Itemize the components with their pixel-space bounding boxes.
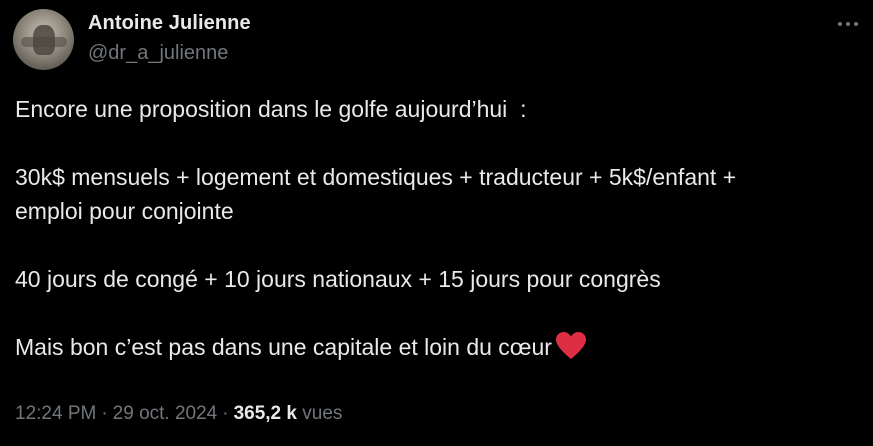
avatar[interactable] xyxy=(13,9,74,70)
more-dot-icon xyxy=(838,22,842,26)
tweet-line: 30k$ mensuels + logement et domestiques … xyxy=(15,164,737,190)
author-display-name[interactable]: Antoine Julienne xyxy=(88,12,251,35)
tweet-line: emploi pour conjointe xyxy=(15,198,234,224)
tweet-line-with-emoji: Mais bon c’est pas dans une capitale et … xyxy=(15,330,865,369)
tweet-card: Antoine Julienne @dr_a_julienne Encore u… xyxy=(0,0,873,446)
tweet-line: 40 jours de congé + 10 jours nationaux +… xyxy=(15,266,661,292)
tweet-time[interactable]: 12:24 PM xyxy=(15,403,96,424)
more-options-button[interactable] xyxy=(834,12,862,36)
avatar-figure-shape xyxy=(33,25,55,55)
heart-icon xyxy=(555,332,586,369)
more-dot-icon xyxy=(854,22,858,26)
tweet-meta: 12:24 PM · 29 oct. 2024 · 365,2 k vues xyxy=(15,403,342,425)
tweet-line: Mais bon c’est pas dans une capitale et … xyxy=(15,334,552,360)
meta-separator: · xyxy=(222,403,229,424)
tweet-text: Encore une proposition dans le golfe auj… xyxy=(15,92,865,369)
views-label: vues xyxy=(302,403,343,424)
meta-separator: · xyxy=(101,403,108,424)
more-dot-icon xyxy=(846,22,850,26)
tweet-date[interactable]: 29 oct. 2024 xyxy=(113,403,218,424)
tweet-line: Encore une proposition dans le golfe auj… xyxy=(15,96,527,122)
views-count: 365,2 k xyxy=(233,403,297,424)
author-handle[interactable]: @dr_a_julienne xyxy=(88,42,228,65)
